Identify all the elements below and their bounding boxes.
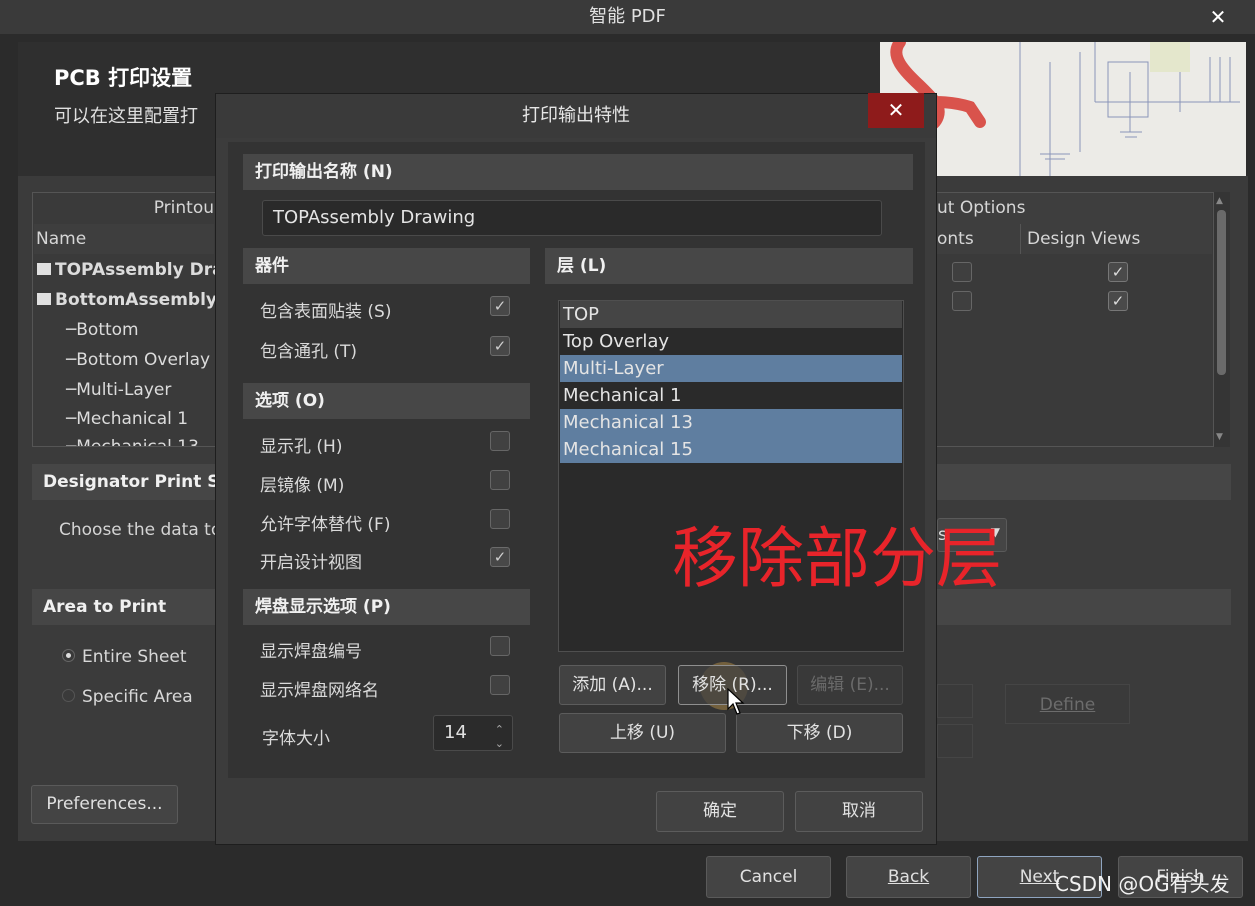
document-icon	[37, 263, 51, 275]
show-pad-numbers-label: 显示焊盘编号	[260, 642, 362, 662]
mouse-cursor-icon	[726, 687, 746, 716]
pad-display-section-title: 焊盘显示选项 (P)	[243, 589, 530, 625]
column-divider	[1020, 224, 1021, 254]
wizard-page-title: PCB 打印设置	[54, 66, 193, 90]
printout-layer-row[interactable]: ─Bottom	[66, 320, 139, 340]
move-down-button[interactable]: 下移 (D)	[736, 713, 903, 753]
layer-item-multi-layer[interactable]: Multi-Layer	[560, 355, 902, 382]
specific-area-radio[interactable]	[62, 689, 75, 702]
output-name-input[interactable]: TOPAssembly Drawing	[262, 200, 882, 236]
specific-area-label[interactable]: Specific Area	[82, 687, 193, 707]
area-section-title: Area to Print	[43, 597, 167, 617]
table-scrollbar-thumb[interactable]	[1217, 210, 1226, 375]
include-through-hole-label: 包含通孔 (T)	[260, 342, 358, 362]
printout-header: Printou	[153, 198, 214, 218]
design-views-label: 开启设计视图	[260, 553, 362, 573]
entire-sheet-label[interactable]: Entire Sheet	[82, 647, 187, 667]
printout-layer-row[interactable]: ─Bottom Overlay	[66, 350, 210, 370]
design-views-checkbox-row2[interactable]: ✓	[1108, 291, 1128, 311]
name-column-header[interactable]: Name	[36, 229, 86, 249]
include-smd-label: 包含表面贴装 (S)	[260, 302, 392, 322]
fonts-column-header[interactable]: onts	[937, 229, 974, 249]
layer-item-mechanical-13[interactable]: Mechanical 13	[560, 409, 902, 436]
designator-section-title: Designator Print Se	[43, 472, 232, 492]
designator-description: Choose the data to	[59, 520, 222, 540]
show-holes-label: 显示孔 (H)	[260, 437, 343, 457]
components-section-title: 器件	[243, 248, 530, 284]
design-views-checkbox[interactable]: ✓	[490, 547, 510, 567]
edit-layer-button[interactable]: 编辑 (E)...	[797, 665, 903, 705]
printout-row-bottom-assembly[interactable]: BottomAssembly	[37, 290, 217, 310]
include-through-hole-checkbox[interactable]: ✓	[490, 336, 510, 356]
wizard-close-icon[interactable]: ✕	[1203, 0, 1233, 34]
watermark-text: CSDN @OG有头发	[1055, 872, 1230, 896]
font-size-spinbox[interactable]: 14 ⌃ ⌄	[433, 715, 513, 751]
layers-section-title: 层 (L)	[545, 248, 913, 284]
printout-layer-row-clipped[interactable]: ─Mechanical 13	[66, 437, 214, 446]
add-layer-button[interactable]: 添加 (A)...	[559, 665, 666, 705]
printout-layer-row[interactable]: ─Mechanical 1	[66, 409, 188, 429]
include-smd-checkbox[interactable]: ✓	[490, 296, 510, 316]
printout-layer-row[interactable]: ─Multi-Layer	[66, 380, 171, 400]
fonts-checkbox-row1[interactable]	[952, 262, 972, 282]
back-button[interactable]: Back	[846, 856, 971, 898]
font-substitution-label: 允许字体替代 (F)	[260, 515, 391, 535]
output-options-header: ut Options	[937, 193, 1212, 224]
dialog-title-bar: 打印输出特性	[216, 94, 936, 138]
wizard-title-bar: 智能 PDF	[0, 0, 1255, 34]
show-pad-nets-label: 显示焊盘网络名	[260, 681, 379, 701]
layer-item-top[interactable]: TOP	[560, 301, 902, 328]
show-holes-checkbox[interactable]	[490, 431, 510, 451]
ok-button[interactable]: 确定	[656, 791, 784, 832]
mirror-layers-label: 层镜像 (M)	[260, 476, 345, 496]
font-substitution-checkbox[interactable]	[490, 509, 510, 529]
area-y-input	[937, 724, 973, 758]
fonts-checkbox-row2[interactable]	[952, 291, 972, 311]
show-pad-nets-checkbox[interactable]	[490, 675, 510, 695]
wizard-title: 智能 PDF	[589, 6, 666, 27]
dialog-close-icon[interactable]: ✕	[868, 93, 924, 128]
scroll-up-icon[interactable]: ▲	[1216, 196, 1223, 206]
layer-item-mechanical-1[interactable]: Mechanical 1	[560, 382, 902, 409]
entire-sheet-radio[interactable]	[62, 649, 75, 662]
layer-item-top-overlay[interactable]: Top Overlay	[560, 328, 902, 355]
options-section-title: 选项 (O)	[243, 383, 530, 419]
design-views-column-header[interactable]: Design Views	[1027, 229, 1140, 249]
mirror-layers-checkbox[interactable]	[490, 470, 510, 490]
dialog-cancel-button[interactable]: 取消	[795, 791, 923, 832]
font-size-label: 字体大小	[262, 729, 330, 749]
show-pad-numbers-checkbox[interactable]	[490, 636, 510, 656]
define-button[interactable]: Define	[1005, 684, 1130, 724]
preferences-button[interactable]: Preferences...	[31, 785, 178, 824]
printout-row-top-assembly[interactable]: TOPAssembly Dra	[37, 260, 224, 280]
output-name-section-title: 打印输出名称 (N)	[243, 154, 913, 190]
spin-down-icon[interactable]: ⌄	[495, 727, 504, 761]
annotation-overlay-text: 移除部分层	[672, 520, 1002, 597]
wizard-page-subtitle: 可以在这里配置打	[54, 106, 198, 127]
area-x-input	[937, 684, 973, 718]
document-icon	[37, 293, 51, 305]
dialog-title: 打印输出特性	[522, 105, 630, 126]
design-views-checkbox-row1[interactable]: ✓	[1108, 262, 1128, 282]
scroll-down-icon[interactable]: ▼	[1216, 432, 1223, 442]
cancel-button[interactable]: Cancel	[706, 856, 831, 898]
move-up-button[interactable]: 上移 (U)	[559, 713, 726, 753]
layer-item-mechanical-15[interactable]: Mechanical 15	[560, 436, 902, 463]
